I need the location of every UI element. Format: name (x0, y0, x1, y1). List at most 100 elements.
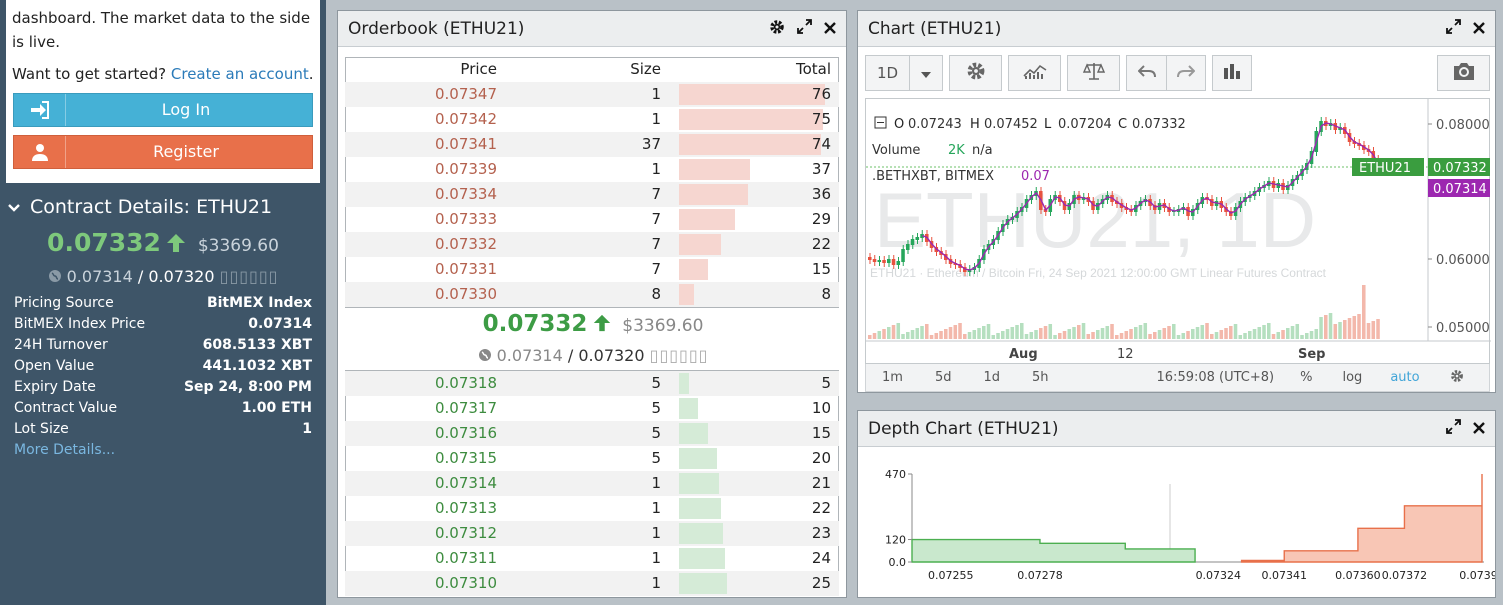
depth-bar (679, 573, 727, 594)
compare-button[interactable] (1067, 55, 1120, 91)
depth-bar (679, 473, 719, 494)
volume-bar (1224, 328, 1228, 339)
volume-bar (925, 324, 929, 339)
orderbook-row[interactable]: 0.07318 5 5 (345, 371, 839, 396)
volume-bar (891, 325, 896, 339)
bar-chart-icon (1223, 62, 1241, 84)
range-1m[interactable]: 1m (882, 370, 903, 385)
volume-bar (1129, 329, 1133, 339)
volume-bar (1186, 331, 1190, 339)
order-total: 75 (811, 110, 831, 128)
orderbook-row[interactable]: 0.07333 7 29 (345, 207, 839, 232)
arrow-up-icon (165, 234, 187, 255)
mid-price: 0.07332 (482, 311, 588, 337)
orderbook-row[interactable]: 0.07311 1 24 (345, 546, 839, 571)
log-toggle[interactable]: log (1342, 370, 1362, 385)
orderbook-row[interactable]: 0.07341 37 74 (345, 132, 839, 157)
volume-bar (967, 332, 972, 339)
auto-toggle[interactable]: auto (1390, 370, 1419, 385)
interval-dropdown-button[interactable] (909, 55, 943, 91)
order-size: 5 (651, 424, 661, 442)
globe-icon (48, 267, 67, 286)
indicators-button[interactable] (1008, 55, 1061, 91)
depth-bar (679, 523, 723, 544)
detail-value: 608.5133 XBT (202, 337, 312, 353)
more-details-link[interactable]: More Details... (14, 440, 312, 461)
gear-icon[interactable] (769, 19, 785, 39)
orderbook-row[interactable]: 0.07347 1 76 (345, 82, 839, 107)
redo-button[interactable] (1166, 55, 1206, 91)
volume-bar (1072, 327, 1076, 339)
orderbook-row[interactable]: 0.07316 5 15 (345, 421, 839, 446)
orderbook-row[interactable]: 0.07339 1 37 (345, 157, 839, 182)
expand-icon[interactable] (797, 19, 812, 38)
volume-bar (910, 330, 915, 339)
volume-bar (1305, 333, 1309, 339)
volume-bar (1309, 331, 1314, 339)
orderbook-row[interactable]: 0.07310 1 25 (345, 571, 839, 596)
orderbook-row[interactable]: 0.07312 1 23 (345, 521, 839, 546)
volume-bar (972, 330, 977, 339)
price-chart[interactable]: ETHU21, 1D ETHU21 · Ethereum / Bitcoin F… (865, 98, 1491, 364)
orderbook-row[interactable]: 0.07314 1 21 (345, 471, 839, 496)
detail-label: 24H Turnover (14, 337, 108, 353)
volume-bar (953, 325, 958, 339)
range-5d[interactable]: 5d (935, 370, 952, 385)
detail-label: BitMEX Index Price (14, 316, 146, 332)
orderbook-row[interactable]: 0.07315 5 20 (345, 446, 839, 471)
volume-bar (1366, 323, 1371, 339)
candle-body (901, 249, 905, 262)
ohlc-l-label: L (1044, 117, 1052, 132)
range-5h[interactable]: 5h (1032, 370, 1049, 385)
welcome-text: dashboard. The market data to the side i… (12, 9, 311, 51)
depth-bar (679, 134, 821, 155)
order-total: 36 (811, 185, 831, 203)
depth-x-tick: 0.07392 (1459, 569, 1495, 582)
percent-toggle[interactable]: % (1300, 370, 1312, 385)
orderbook-row[interactable]: 0.07342 1 75 (345, 107, 839, 132)
ohlc-h-value: 0.07452 (984, 117, 1038, 132)
volume-bar (1243, 333, 1247, 339)
interval-select[interactable]: 1D (865, 55, 909, 91)
order-total: 10 (811, 399, 831, 417)
close-icon[interactable] (1473, 19, 1485, 38)
close-icon[interactable] (1473, 419, 1485, 438)
detail-value: BitMEX Index (206, 295, 312, 311)
volume-bar (1143, 323, 1148, 339)
volume-bar (1091, 332, 1095, 339)
contract-index: 0.07314 / 0.07320 ▯▯▯▯▯▯ (0, 267, 326, 286)
depth-chart[interactable]: 470 120 0.0 0.07255 0.07278 0.07324 0.07341 0.0… (858, 448, 1495, 598)
compare-label: .BETHXBT, BITMEX (872, 169, 994, 184)
depth-chart-header: Depth Chart (ETHU21) (858, 411, 1495, 447)
contract-details-header[interactable]: Contract Details: ETHU21 (8, 196, 272, 218)
order-price: 0.07330 (434, 285, 497, 303)
volume-bar (939, 331, 943, 339)
chart-type-button[interactable] (1212, 55, 1252, 91)
volume-bar (1043, 326, 1048, 339)
orderbook-row[interactable]: 0.07330 8 8 (345, 282, 839, 307)
volume-bar (920, 326, 924, 339)
orderbook-row[interactable]: 0.07331 7 15 (345, 257, 839, 282)
order-size: 1 (651, 499, 661, 517)
volume-bar (1053, 335, 1057, 339)
chart-header: Chart (ETHU21) (858, 11, 1495, 47)
settings-button[interactable] (949, 55, 1002, 91)
depth-bar (679, 498, 721, 519)
funding-blocks: ▯▯▯▯▯▯ (219, 267, 279, 286)
login-button[interactable]: Log In (13, 93, 313, 127)
create-account-link[interactable]: Create an account (171, 65, 309, 83)
candle-body (915, 237, 920, 240)
close-icon[interactable] (824, 19, 836, 38)
undo-button[interactable] (1126, 55, 1166, 91)
expand-icon[interactable] (1446, 419, 1461, 438)
expand-icon[interactable] (1446, 19, 1461, 38)
gear-icon[interactable] (1450, 369, 1464, 387)
orderbook-row[interactable]: 0.07332 7 22 (345, 232, 839, 257)
orderbook-row[interactable]: 0.07317 5 10 (345, 396, 839, 421)
orderbook-row[interactable]: 0.07313 1 22 (345, 496, 839, 521)
orderbook-index: 0.07314 / 0.07320 ▯▯▯▯▯▯ (338, 346, 848, 365)
register-button[interactable]: Register (13, 135, 313, 169)
range-1d[interactable]: 1d (983, 370, 1000, 385)
screenshot-button[interactable] (1437, 55, 1490, 91)
orderbook-row[interactable]: 0.07334 7 36 (345, 182, 839, 207)
